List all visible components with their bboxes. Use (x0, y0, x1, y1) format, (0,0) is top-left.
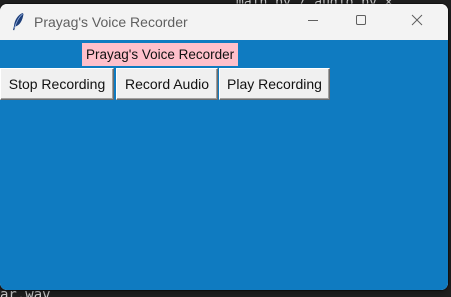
stop-recording-button[interactable]: Stop Recording (0, 68, 114, 100)
close-button[interactable] (394, 4, 440, 40)
minimize-button[interactable] (290, 4, 336, 40)
window-title: Prayag's Voice Recorder (34, 14, 188, 30)
feather-icon (10, 12, 26, 32)
maximize-button[interactable] (338, 4, 384, 40)
record-audio-button[interactable]: Record Audio (116, 68, 218, 100)
app-heading: Prayag's Voice Recorder (82, 43, 239, 66)
maximize-icon (355, 13, 367, 31)
close-icon (411, 13, 423, 31)
app-window: Prayag's Voice Recorder Prayag's Voice R… (0, 4, 448, 290)
play-recording-button[interactable]: Play Recording (219, 68, 330, 100)
minimize-icon (307, 13, 319, 31)
app-content: Prayag's Voice Recorder Stop Recording R… (0, 40, 448, 290)
title-bar[interactable]: Prayag's Voice Recorder (0, 4, 448, 40)
